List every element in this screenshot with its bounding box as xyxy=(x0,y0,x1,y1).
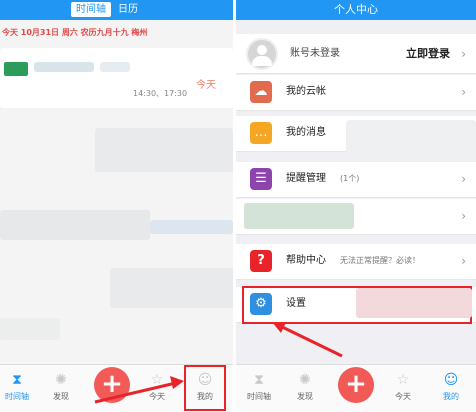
profile-screen: 个人中心 账号未登录 立即登录 › ☁ 我的云帐 › … 我的消息 › ☰ 提醒… xyxy=(236,0,476,412)
blurred-content xyxy=(150,220,233,234)
add-icon: + xyxy=(101,369,123,399)
top-bar: 时间轴 日历 xyxy=(0,0,233,20)
nav-timeline[interactable]: ⧗ 时间轴 xyxy=(242,371,276,402)
nav-label: 时间轴 xyxy=(5,392,29,401)
account-row[interactable]: 账号未登录 立即登录 › xyxy=(236,34,476,74)
today-icon: ☆ xyxy=(396,372,410,388)
hourglass-icon: ⧗ xyxy=(12,372,22,388)
add-icon: + xyxy=(345,369,367,399)
avatar xyxy=(246,38,278,70)
event-title-blur xyxy=(34,62,94,72)
nav-label: 今天 xyxy=(149,392,165,401)
menu-label: 我的云帐 xyxy=(286,86,326,97)
tab-calendar[interactable]: 日历 xyxy=(113,2,143,17)
nav-today[interactable]: ☆ 今天 xyxy=(140,371,174,402)
blurred-content xyxy=(110,268,233,308)
account-status: 账号未登录 xyxy=(290,48,340,59)
nav-mine[interactable]: ☺ 我的 xyxy=(434,371,468,402)
add-button[interactable]: + xyxy=(338,367,374,403)
menu-sub: (1个) xyxy=(340,174,360,183)
chevron-right-icon: › xyxy=(461,47,466,61)
bulb-icon: ✺ xyxy=(299,372,311,388)
menu-hidden-item[interactable]: › xyxy=(236,199,476,235)
cloud-account-icon: ☁ xyxy=(250,81,272,103)
page-title: 个人中心 xyxy=(334,3,378,16)
blurred-content xyxy=(0,210,150,240)
avatar-body xyxy=(252,56,272,66)
chevron-right-icon: › xyxy=(461,209,466,223)
profile-icon: ☺ xyxy=(443,372,459,388)
nav-label: 时间轴 xyxy=(247,392,271,401)
chevron-right-icon: › xyxy=(461,172,466,186)
avatar-head xyxy=(257,45,267,55)
nav-discover[interactable]: ✺ 发现 xyxy=(288,371,322,402)
event-time: 14:30、17:30 xyxy=(133,89,188,98)
help-icon: ? xyxy=(250,250,272,272)
hourglass-icon: ⧗ xyxy=(254,372,264,388)
menu-help[interactable]: ? 帮助中心 无法正常提醒？必读！ › xyxy=(236,244,476,280)
blurred-content xyxy=(346,120,476,160)
login-link[interactable]: 立即登录 xyxy=(406,34,450,74)
message-icon: … xyxy=(250,122,272,144)
date-header: 今天 10月31日 周六 农历九月十九 梅州 xyxy=(2,28,148,37)
menu-label: 我的消息 xyxy=(286,127,326,138)
today-icon: ☆ xyxy=(150,372,164,388)
menu-sub: 无法正常提醒？必读！ xyxy=(340,256,420,265)
nav-label: 今天 xyxy=(395,392,411,401)
nav-today[interactable]: ☆ 今天 xyxy=(386,371,420,402)
event-icon xyxy=(4,62,28,76)
blurred-content xyxy=(95,128,233,172)
event-today-tag: 今天 xyxy=(196,80,216,91)
nav-timeline[interactable]: ⧗ 时间轴 xyxy=(0,371,34,402)
blurred-content xyxy=(356,288,472,318)
nav-discover[interactable]: ✺ 发现 xyxy=(44,371,78,402)
chevron-right-icon: › xyxy=(461,85,466,99)
blurred-content xyxy=(0,318,60,340)
reminder-list-icon: ☰ xyxy=(250,168,272,190)
menu-label: 提醒管理 xyxy=(286,173,326,184)
blurred-content xyxy=(244,203,354,229)
menu-reminders[interactable]: ☰ 提醒管理 (1个) › xyxy=(236,162,476,198)
top-bar: 个人中心 xyxy=(236,0,476,20)
bottom-nav: ⧗ 时间轴 ✺ 发现 + ☆ 今天 ☺ 我的 xyxy=(0,364,233,412)
chevron-right-icon: › xyxy=(461,254,466,268)
event-title-blur-2 xyxy=(100,62,130,72)
nav-label: 发现 xyxy=(297,392,313,401)
menu-cloud-account[interactable]: ☁ 我的云帐 › xyxy=(236,75,476,111)
nav-label: 我的 xyxy=(443,392,459,401)
add-button[interactable]: + xyxy=(94,367,130,403)
bottom-nav: ⧗ 时间轴 ✺ 发现 + ☆ 今天 ☺ 我的 xyxy=(236,364,476,412)
timeline-screen: 时间轴 日历 今天 10月31日 周六 农历九月十九 梅州 14:30、17:3… xyxy=(0,0,233,412)
nav-label: 发现 xyxy=(53,392,69,401)
menu-label: 帮助中心 xyxy=(286,255,326,266)
tab-timeline[interactable]: 时间轴 xyxy=(71,2,111,17)
bulb-icon: ✺ xyxy=(55,372,67,388)
mine-highlight xyxy=(184,365,226,411)
